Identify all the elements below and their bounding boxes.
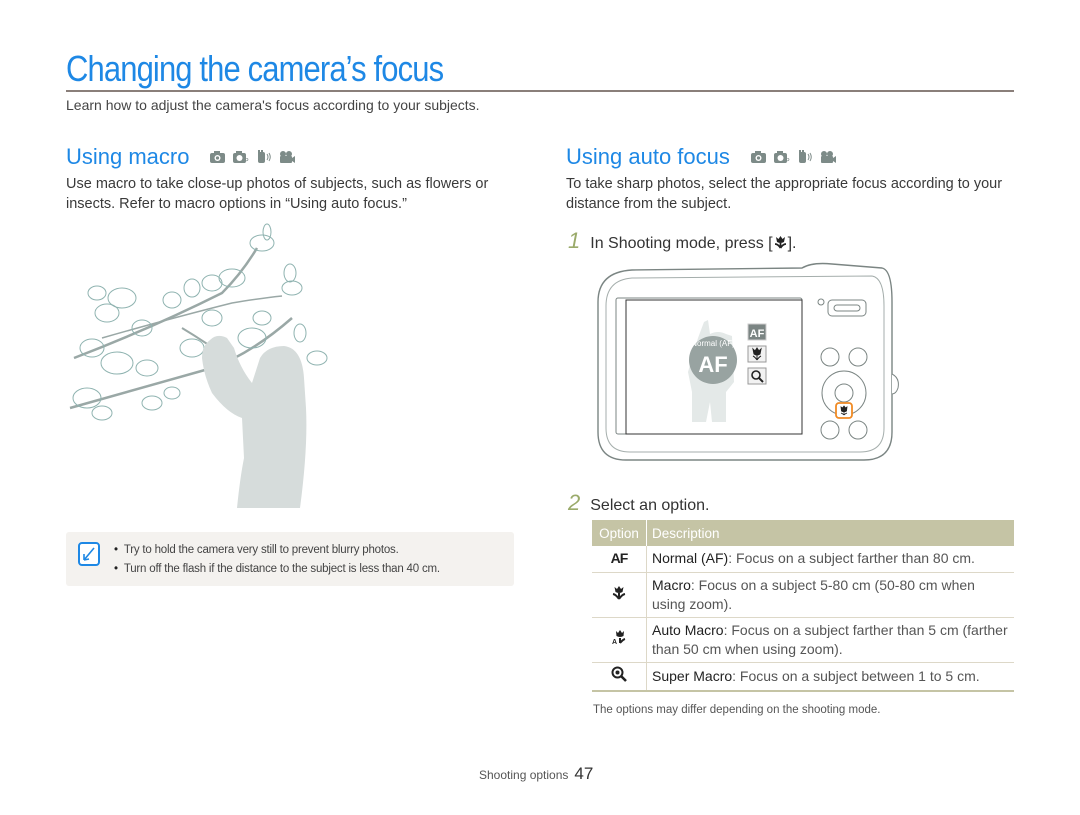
footer-section-name: Shooting options — [479, 768, 569, 782]
table-row: Super Macro: Focus on a subject between … — [592, 662, 1014, 692]
macro-section-title: Using macro P — [66, 144, 296, 170]
ok-button — [834, 383, 854, 403]
smart-auto-camera-icon — [210, 151, 226, 163]
option-desc-text: : Focus on a subject farther than 80 cm. — [728, 550, 975, 567]
autofocus-mode-icons: P — [750, 150, 836, 164]
option-description: Super Macro: Focus on a subject between … — [646, 662, 1014, 692]
step-1: 1 In Shooting mode, press []. — [568, 228, 796, 254]
movie-camera-icon — [820, 151, 836, 163]
option-name: Macro — [652, 576, 691, 593]
options-note: The options may differ depending on the … — [593, 704, 881, 716]
table-row: Macro: Focus on a subject 5-80 cm (50-80… — [592, 572, 1014, 618]
svg-text:AF: AF — [750, 328, 765, 340]
step-number: 2 — [568, 490, 581, 515]
macro-section-title-text: Using macro — [66, 144, 190, 169]
step-text-before: In Shooting mode, press [ — [590, 235, 773, 252]
svg-text:A: A — [612, 639, 617, 645]
focus-options-table: Option Description AF Normal (AF): Focus… — [592, 520, 1014, 692]
step-text: In Shooting mode, press []. — [590, 235, 796, 253]
camera-button — [848, 347, 868, 367]
page-number: 47 — [574, 764, 594, 783]
step-2: 2 Select an option. — [568, 490, 709, 516]
macro-description: Use macro to take close-up photos of sub… — [66, 176, 489, 212]
option-name: Auto Macro — [652, 621, 724, 638]
step-text-after: ]. — [787, 235, 797, 252]
macro-mode-icons: P — [209, 150, 296, 164]
tip-item: Try to hold the camera very still to pre… — [114, 541, 440, 560]
camera-button — [848, 420, 868, 440]
dual-is-icon — [798, 150, 812, 163]
program-camera-icon: P — [233, 151, 249, 164]
step-number: 1 — [568, 228, 581, 253]
option-description: Auto Macro: Focus on a subject farther t… — [646, 617, 1014, 663]
camera-button — [820, 420, 840, 440]
af-icon: AF — [592, 546, 647, 573]
page-intro: Learn how to adjust the camera's focus a… — [66, 97, 480, 113]
camera-back-illustration: Normal (AF) AF AF — [597, 262, 899, 461]
table-header-row: Option Description — [592, 520, 1014, 546]
autofocus-section-title-text: Using auto focus — [566, 144, 730, 169]
program-camera-icon: P — [773, 151, 790, 164]
camera-screen-big-icon: AF — [698, 352, 727, 377]
macro-flower-icon — [774, 236, 786, 249]
title-divider — [66, 90, 1014, 92]
tip-item: Turn off the flash if the distance to th… — [114, 560, 440, 579]
column-header-option: Option — [592, 520, 647, 546]
table-row: AF Normal (AF): Focus on a subject farth… — [592, 546, 1014, 573]
option-name: Normal (AF) — [652, 550, 729, 567]
camera-button — [820, 347, 840, 367]
option-desc-text: : Focus on a subject 5-80 cm (50-80 cm w… — [652, 576, 975, 612]
movie-camera-icon — [280, 151, 296, 163]
step-text: Select an option. — [590, 497, 710, 514]
page-footer: Shooting options 47 — [479, 764, 593, 784]
smart-auto-camera-icon — [750, 151, 766, 163]
svg-text:P: P — [244, 158, 249, 164]
table-row: A Auto Macro: Focus on a subject farther… — [592, 617, 1014, 663]
option-description: Normal (AF): Focus on a subject farther … — [646, 546, 1014, 573]
dual-is-icon — [258, 150, 272, 163]
camera-screen-label: Normal (AF) — [691, 339, 735, 348]
macro-illustration — [69, 223, 328, 508]
woman-silhouette — [202, 335, 307, 508]
autofocus-description: To take sharp photos, select the appropr… — [566, 176, 1003, 212]
svg-text:P: P — [785, 158, 790, 164]
option-desc-text: : Focus on a subject between 1 to 5 cm. — [732, 667, 980, 684]
super-macro-icon — [592, 662, 647, 692]
tip-list: Try to hold the camera very still to pre… — [114, 541, 440, 579]
tip-box: Try to hold the camera very still to pre… — [66, 532, 514, 586]
note-pencil-icon — [78, 542, 100, 566]
macro-flower-icon — [592, 572, 647, 618]
auto-macro-icon: A — [592, 617, 647, 663]
autofocus-section-title: Using auto focus P — [566, 144, 836, 170]
column-header-description: Description — [646, 520, 1014, 546]
page-title: Changing the camera’s focus — [66, 48, 444, 89]
option-description: Macro: Focus on a subject 5-80 cm (50-80… — [646, 572, 1014, 618]
option-name: Super Macro — [652, 667, 733, 684]
